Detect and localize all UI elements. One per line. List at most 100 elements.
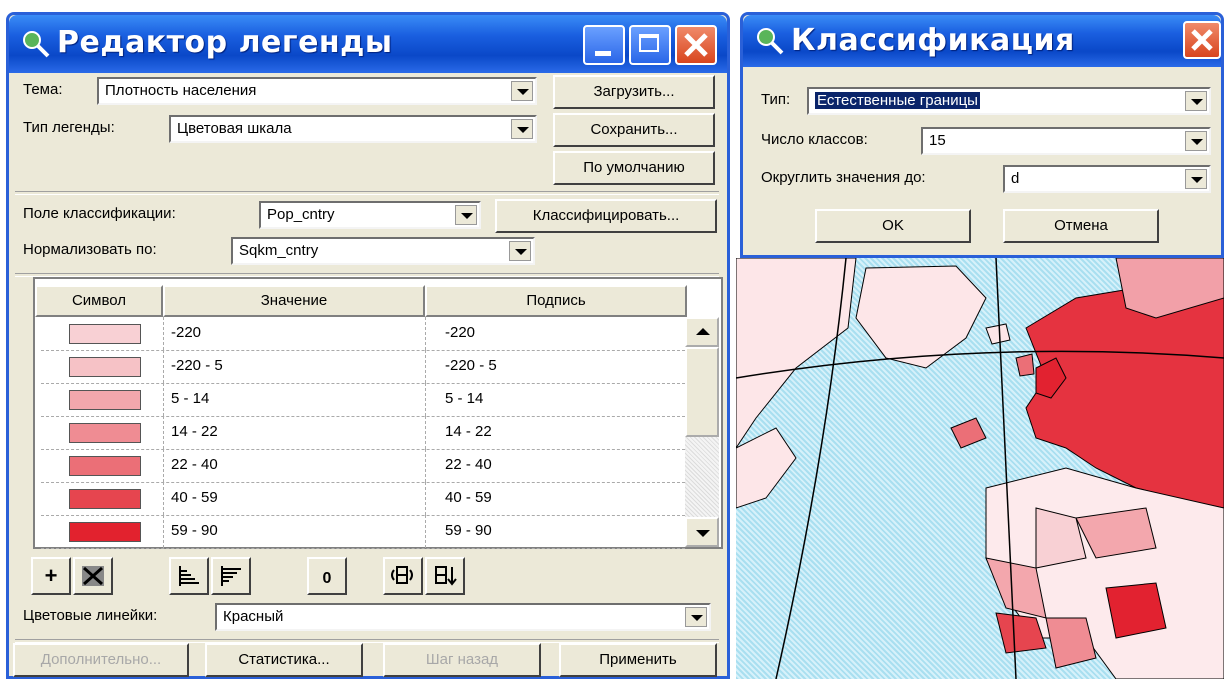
value-cell[interactable]: -220 - 5: [171, 357, 223, 374]
chevron-up-icon: [696, 328, 710, 335]
value-cell[interactable]: 22 - 40: [171, 456, 218, 473]
table-row[interactable]: -220 -220: [41, 317, 685, 351]
normalize-select[interactable]: Sqkm_cntry: [231, 237, 535, 265]
add-class-button[interactable]: +: [31, 557, 71, 595]
value-cell[interactable]: -220: [171, 324, 201, 341]
chevron-down-icon[interactable]: [511, 119, 533, 139]
classes-label: Число классов:: [761, 131, 868, 148]
legend-editor-titlebar[interactable]: Редактор легенды: [9, 15, 727, 73]
load-button[interactable]: Загрузить...: [553, 75, 715, 109]
symbol-swatch[interactable]: [69, 456, 141, 476]
symbol-swatch[interactable]: [69, 324, 141, 344]
symbol-swatch[interactable]: [69, 423, 141, 443]
column-header-value[interactable]: Значение: [163, 285, 425, 317]
label-cell[interactable]: 14 - 22: [445, 423, 492, 440]
column-separator: [425, 515, 426, 548]
table-row[interactable]: 14 - 22 14 - 22: [41, 416, 685, 450]
table-scrollbar[interactable]: [685, 317, 719, 547]
sort-ascending-button[interactable]: [169, 557, 209, 595]
table-row[interactable]: 40 - 59 40 - 59: [41, 482, 685, 516]
symbol-swatch[interactable]: [69, 522, 141, 542]
sort-descending-button[interactable]: [211, 557, 251, 595]
theme-select[interactable]: Плотность населения: [97, 77, 537, 105]
value-cell[interactable]: 5 - 14: [171, 390, 209, 407]
column-separator: [163, 317, 164, 350]
label-cell[interactable]: 40 - 59: [445, 489, 492, 506]
undo-button[interactable]: Шаг назад: [383, 643, 541, 677]
statistics-button[interactable]: Статистика...: [205, 643, 363, 677]
classes-select[interactable]: 15: [921, 127, 1211, 155]
close-button[interactable]: [675, 25, 717, 65]
column-separator: [425, 350, 426, 383]
class-field-select[interactable]: Pop_cntry: [259, 201, 481, 229]
chevron-down-icon[interactable]: [1185, 131, 1207, 151]
close-icon: [1191, 29, 1213, 51]
chevron-down-icon[interactable]: [1185, 169, 1207, 189]
plus-icon: +: [44, 563, 58, 588]
value-cell[interactable]: 14 - 22: [171, 423, 218, 440]
classification-titlebar[interactable]: Классификация: [743, 15, 1221, 67]
symbol-swatch[interactable]: [69, 357, 141, 377]
chevron-down-icon[interactable]: [1185, 91, 1207, 111]
classify-button[interactable]: Классифицировать...: [495, 199, 717, 233]
theme-label: Тема:: [23, 81, 63, 98]
classification-dialog: Классификация Тип: Естественные границы …: [740, 12, 1224, 258]
reverse-symbols-button[interactable]: [383, 557, 423, 595]
maximize-button[interactable]: [629, 25, 671, 65]
table-row[interactable]: 5 - 14 5 - 14: [41, 383, 685, 417]
round-select[interactable]: d: [1003, 165, 1211, 193]
value-cell[interactable]: 59 - 90: [171, 522, 218, 539]
chevron-down-icon: [696, 530, 710, 537]
normalize-label: Нормализовать по:: [23, 241, 157, 258]
map-view[interactable]: [736, 258, 1224, 679]
type-select[interactable]: Естественные границы: [807, 87, 1211, 115]
null-value-button[interactable]: 0: [307, 557, 347, 595]
table-row[interactable]: -220 - 5 -220 - 5: [41, 350, 685, 384]
apply-button[interactable]: Применить: [559, 643, 717, 677]
column-separator: [425, 482, 426, 515]
delete-class-button[interactable]: [73, 557, 113, 595]
scroll-up-button[interactable]: [685, 317, 719, 347]
table-row[interactable]: 22 - 40 22 - 40: [41, 449, 685, 483]
advanced-button[interactable]: Дополнительно...: [13, 643, 189, 677]
column-separator: [163, 350, 164, 383]
class-field-value: Pop_cntry: [267, 206, 335, 223]
ok-button[interactable]: OK: [815, 209, 971, 243]
legend-type-select[interactable]: Цветовая шкала: [169, 115, 537, 143]
value-cell[interactable]: 40 - 59: [171, 489, 218, 506]
color-ramp-select[interactable]: Красный: [215, 603, 711, 631]
normalize-value: Sqkm_cntry: [239, 242, 319, 259]
column-separator: [163, 416, 164, 449]
label-cell[interactable]: -220: [445, 324, 475, 341]
sort-ascending-icon: [179, 566, 199, 586]
column-separator: [425, 317, 426, 350]
table-row[interactable]: 59 - 90 59 - 90: [41, 515, 685, 549]
divider: [15, 191, 719, 195]
cancel-button[interactable]: Отмена: [1003, 209, 1159, 243]
legend-editor-window: Редактор легенды Тема: Плотность населен…: [6, 12, 730, 679]
minimize-button[interactable]: [583, 25, 625, 65]
maximize-icon: [639, 34, 659, 52]
close-button[interactable]: [1183, 21, 1221, 59]
label-cell[interactable]: 22 - 40: [445, 456, 492, 473]
default-button[interactable]: По умолчанию: [553, 151, 715, 185]
chevron-down-icon[interactable]: [511, 81, 533, 101]
symbol-swatch[interactable]: [69, 390, 141, 410]
classes-value: 15: [929, 132, 946, 149]
chevron-down-icon[interactable]: [455, 205, 477, 225]
chevron-down-icon[interactable]: [685, 607, 707, 627]
column-header-label[interactable]: Подпись: [425, 285, 687, 317]
chevron-down-icon[interactable]: [509, 241, 531, 261]
column-separator: [163, 515, 164, 548]
label-cell[interactable]: 59 - 90: [445, 522, 492, 539]
save-button[interactable]: Сохранить...: [553, 113, 715, 147]
column-separator: [425, 383, 426, 416]
column-header-symbol[interactable]: Символ: [35, 285, 163, 317]
sort-button[interactable]: [425, 557, 465, 595]
label-cell[interactable]: -220 - 5: [445, 357, 497, 374]
scroll-thumb[interactable]: [685, 347, 719, 437]
label-cell[interactable]: 5 - 14: [445, 390, 483, 407]
symbol-swatch[interactable]: [69, 489, 141, 509]
sort-descending-icon: [221, 566, 241, 586]
scroll-down-button[interactable]: [685, 517, 719, 547]
